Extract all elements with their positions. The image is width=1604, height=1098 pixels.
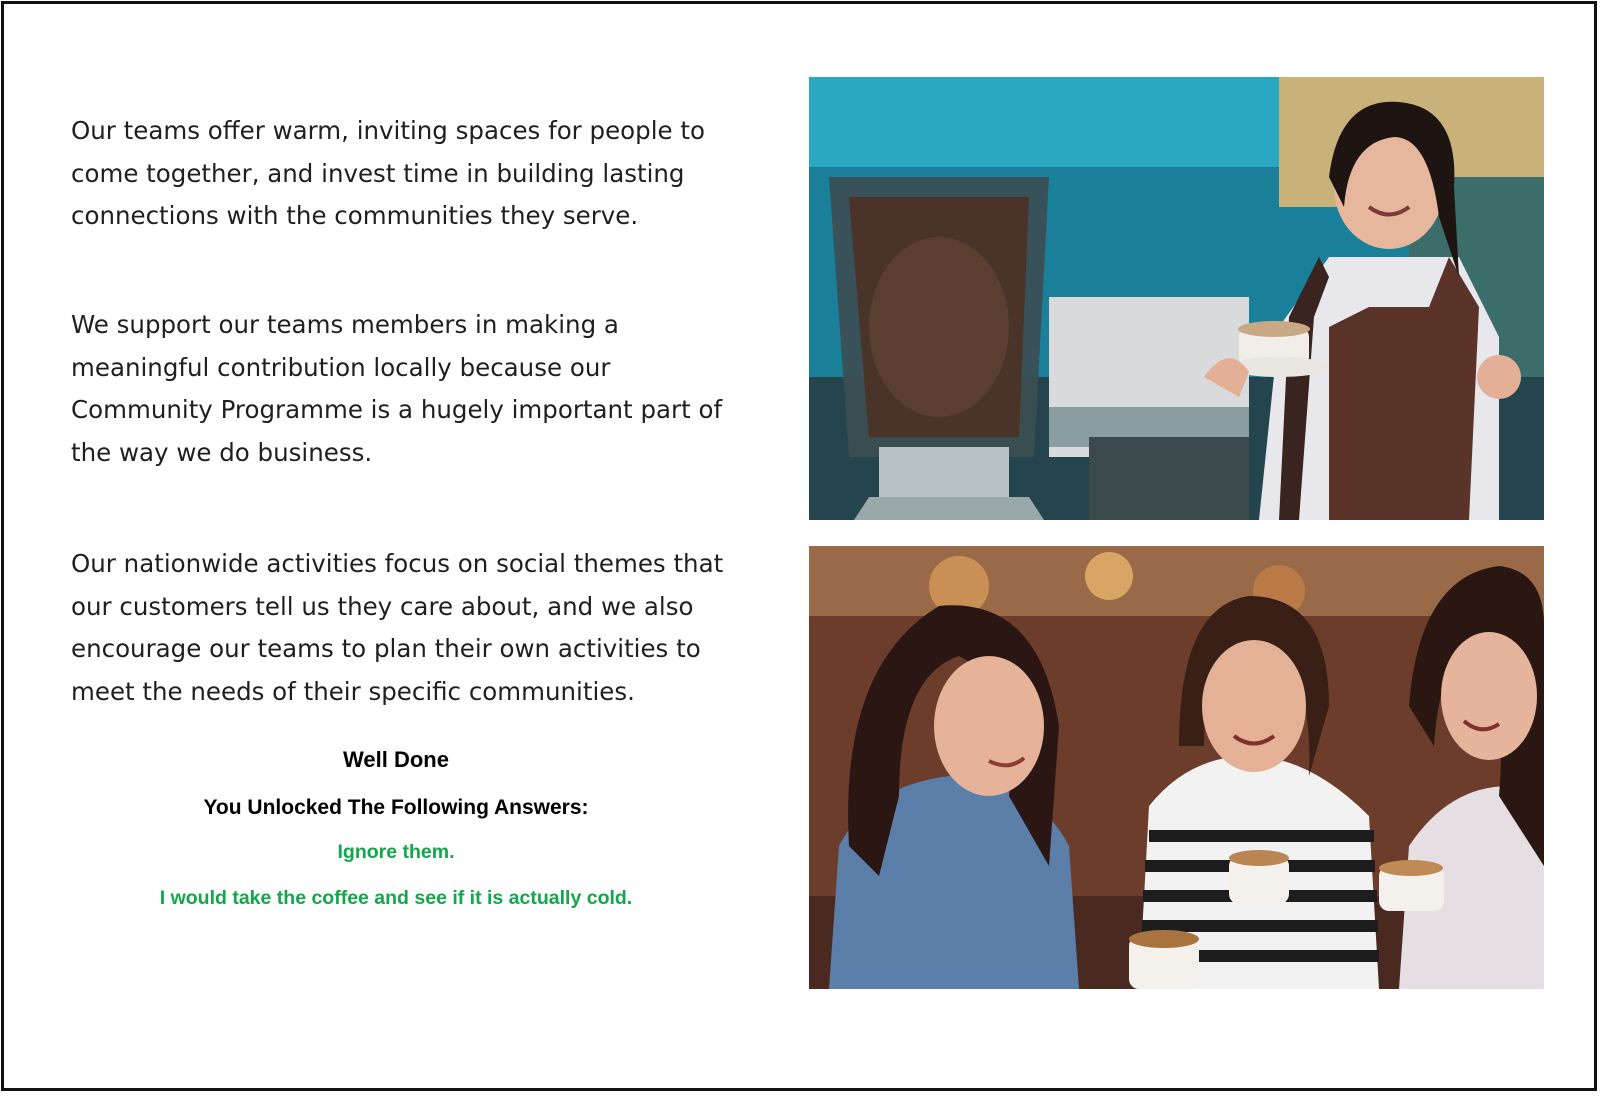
well-done-heading: Well Done	[343, 747, 449, 772]
paragraph-spaces: Our teams offer warm, inviting spaces fo…	[71, 116, 705, 230]
unlocked-answers-heading: You Unlocked The Following Answers:	[203, 796, 589, 819]
friends-illustration	[809, 546, 1544, 989]
unlocked-answer: Ignore them.	[337, 841, 455, 863]
barista-photo	[809, 77, 1544, 520]
unlocked-answer: I would take the coffee and see if it is…	[159, 887, 633, 909]
friends-coffee-photo	[809, 546, 1544, 989]
paragraph-support: We support our teams members in making a…	[71, 310, 723, 467]
paragraph-activities: Our nationwide activities focus on socia…	[71, 549, 724, 706]
page-frame: Our teams offer warm, inviting spaces fo…	[1, 1, 1597, 1091]
barista-illustration	[809, 77, 1544, 520]
